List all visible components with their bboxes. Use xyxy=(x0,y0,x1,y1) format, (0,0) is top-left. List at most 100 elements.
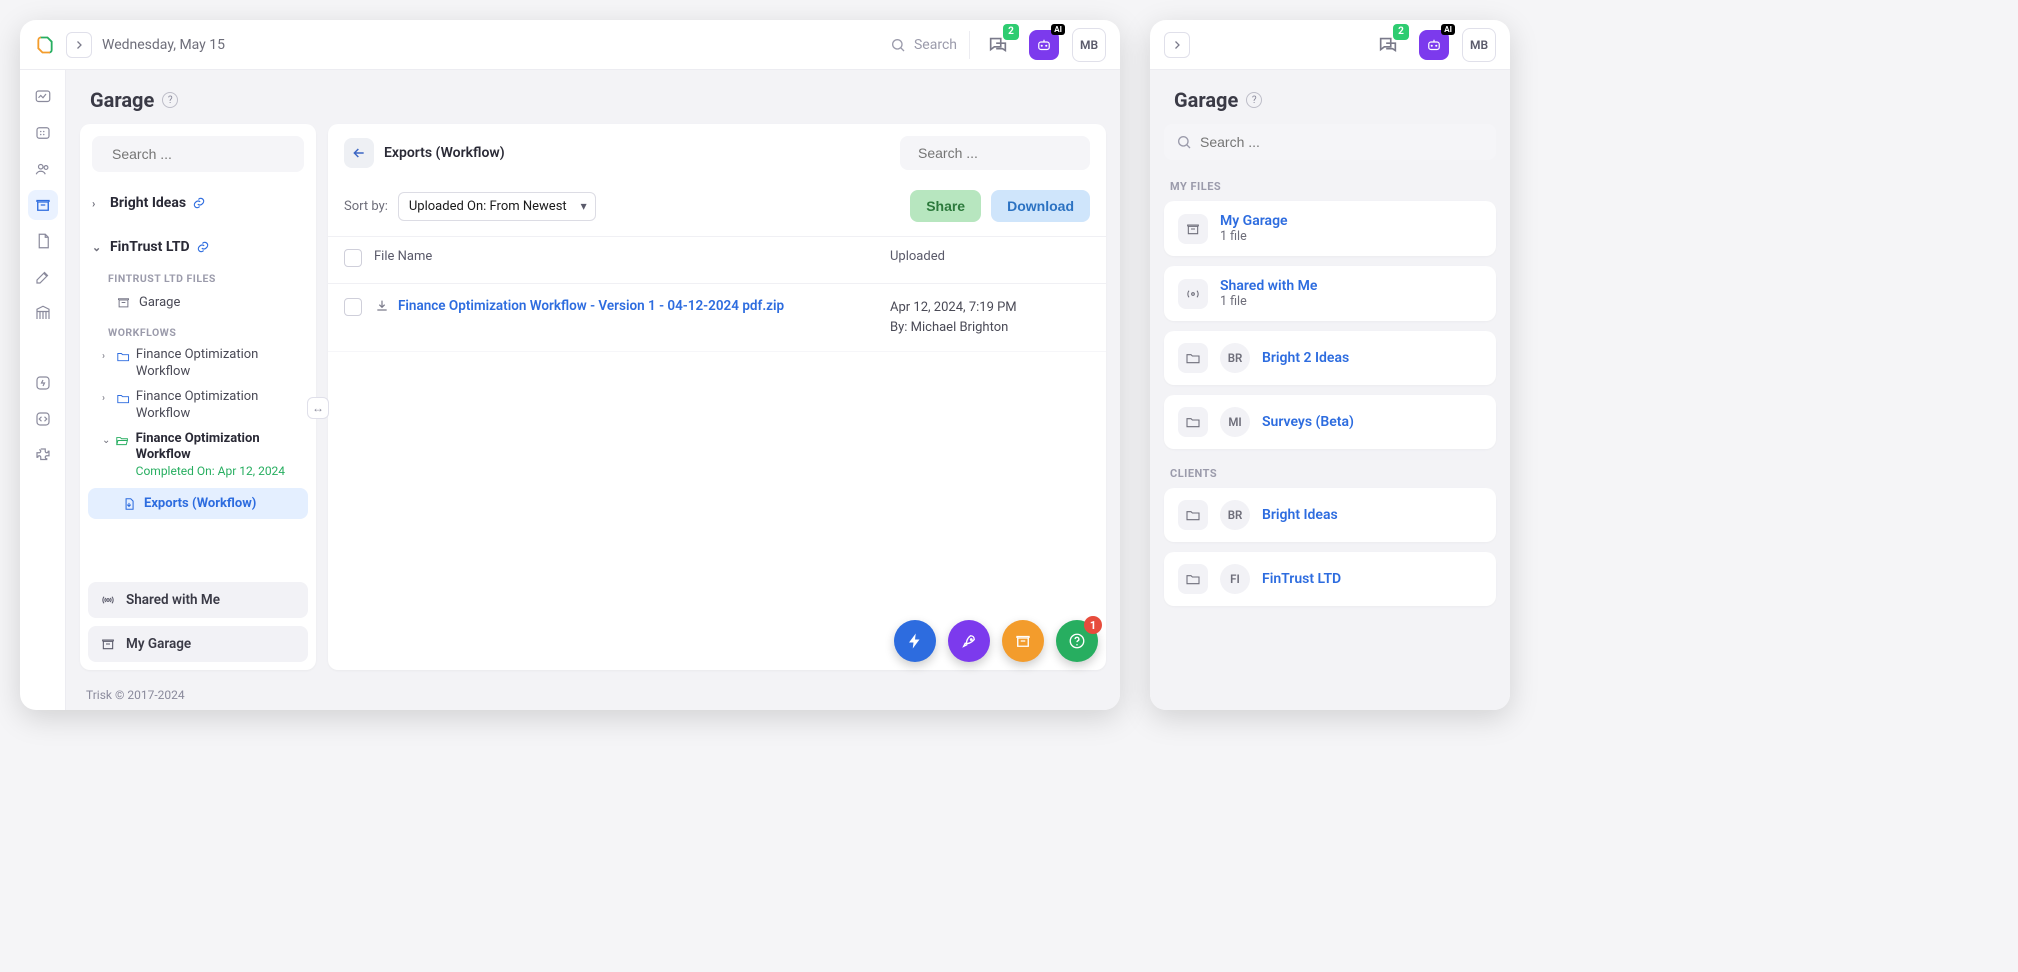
client-abbr: BR xyxy=(1220,500,1250,530)
folder-open-icon xyxy=(115,433,129,448)
exports-workflow-item[interactable]: Exports (Workflow) xyxy=(88,488,308,519)
client-label: Bright Ideas xyxy=(110,195,186,211)
folder-icon xyxy=(116,349,130,364)
nav-garage[interactable] xyxy=(28,190,58,220)
file-search-input[interactable] xyxy=(918,145,1099,161)
client-bright-ideas[interactable]: › Bright Ideas xyxy=(80,188,316,218)
fab-zap[interactable] xyxy=(894,620,936,662)
chevron-right-icon: › xyxy=(102,351,112,362)
page-content: Garage ? MY FILES My Garage 1 file Share… xyxy=(1150,70,1510,710)
client-fintrust[interactable]: ⌄ FinTrust LTD xyxy=(80,232,316,262)
card-surveys[interactable]: MI Surveys (Beta) xyxy=(1164,395,1496,449)
ai-assistant-button[interactable]: AI xyxy=(1416,27,1452,63)
nav-tasks[interactable] xyxy=(28,118,58,148)
my-files-label: MY FILES xyxy=(1164,172,1496,201)
card-fintrust[interactable]: FI FinTrust LTD xyxy=(1164,552,1496,606)
client-abbr: FI xyxy=(1220,564,1250,594)
global-search[interactable]: Search xyxy=(878,31,970,59)
fab-help[interactable]: 1 xyxy=(1056,620,1098,662)
fab-launch[interactable] xyxy=(948,620,990,662)
sidebar-toggle-button[interactable] xyxy=(66,32,92,58)
shared-with-me-label: Shared with Me xyxy=(126,592,220,608)
nav-dashboard[interactable] xyxy=(28,82,58,112)
client-abbr: BR xyxy=(1220,343,1250,373)
nav-edit[interactable] xyxy=(28,262,58,292)
sidebar-search-input[interactable] xyxy=(1200,134,1484,150)
nav-library[interactable] xyxy=(28,298,58,328)
shared-with-me-link[interactable]: Shared with Me xyxy=(88,582,308,618)
sidebar-search[interactable] xyxy=(1164,124,1496,160)
download-icon xyxy=(374,298,390,314)
help-icon[interactable]: ? xyxy=(1246,92,1262,108)
card-my-garage[interactable]: My Garage 1 file xyxy=(1164,201,1496,256)
workflow-completed-date: Completed On: Apr 12, 2024 xyxy=(136,464,308,478)
zap-icon xyxy=(906,632,924,650)
workflow-item-2[interactable]: › Finance Optimization Workflow xyxy=(80,385,316,427)
user-avatar[interactable]: MB xyxy=(1072,28,1106,62)
card-title: Shared with Me xyxy=(1220,278,1317,294)
table-row[interactable]: Finance Optimization Workflow - Version … xyxy=(328,284,1106,352)
nav-people[interactable] xyxy=(28,154,58,184)
global-search-placeholder: Search xyxy=(914,37,957,53)
search-icon xyxy=(890,37,906,53)
exports-label: Exports (Workflow) xyxy=(144,496,256,511)
link-icon xyxy=(192,196,206,210)
back-button[interactable] xyxy=(344,138,374,168)
my-garage-link[interactable]: My Garage xyxy=(88,626,308,662)
column-file-name[interactable]: File Name xyxy=(374,249,890,271)
share-button[interactable]: Share xyxy=(910,190,981,222)
workflow-item-1[interactable]: › Finance Optimization Workflow xyxy=(80,343,316,385)
sidebar-search-input[interactable] xyxy=(112,146,293,162)
workflow-item-3[interactable]: ⌄ Finance Optimization Workflow Complete… xyxy=(80,427,316,483)
workflow-name: Finance Optimization Workflow xyxy=(136,389,308,423)
file-icon xyxy=(122,497,136,511)
card-shared-with-me[interactable]: Shared with Me 1 file xyxy=(1164,266,1496,321)
chat-button[interactable]: 2 xyxy=(980,27,1016,63)
select-all-checkbox[interactable] xyxy=(344,249,362,267)
app-logo[interactable] xyxy=(34,34,56,56)
row-checkbox[interactable] xyxy=(344,298,362,316)
workflows-section-label: WORKFLOWS xyxy=(80,316,316,343)
nav-automations[interactable] xyxy=(28,368,58,398)
chat-button[interactable]: 2 xyxy=(1370,27,1406,63)
card-bright-2-ideas[interactable]: BR Bright 2 Ideas xyxy=(1164,331,1496,385)
card-title: Bright 2 Ideas xyxy=(1262,350,1349,366)
client-label: FinTrust LTD xyxy=(110,239,190,255)
search-icon xyxy=(1176,134,1192,150)
sidebar-search[interactable] xyxy=(92,136,304,172)
workflow-name: Finance Optimization Workflow xyxy=(136,347,308,381)
current-date: Wednesday, May 15 xyxy=(102,37,225,53)
sidebar-bottom-links: Shared with Me My Garage xyxy=(80,574,316,670)
folder-icon xyxy=(1178,500,1208,530)
folder-tree: › Bright Ideas ⌄ FinTrust LTD FINTRUST L… xyxy=(80,184,316,529)
card-title: Surveys (Beta) xyxy=(1262,414,1354,430)
user-avatar[interactable]: MB xyxy=(1462,28,1496,62)
card-title: Bright Ideas xyxy=(1262,507,1338,523)
sort-select[interactable]: Uploaded On: From Newest xyxy=(398,192,596,221)
file-search[interactable] xyxy=(900,136,1090,170)
sidebar-toggle-button[interactable] xyxy=(1164,32,1190,58)
link-icon xyxy=(196,240,210,254)
nav-documents[interactable] xyxy=(28,226,58,256)
download-button[interactable]: Download xyxy=(991,190,1090,222)
page-title: Garage xyxy=(1174,88,1238,112)
file-list-panel: Exports (Workflow) Sort by: Uploaded On:… xyxy=(328,124,1106,670)
main-window: Wednesday, May 15 Search 2 AI MB xyxy=(20,20,1120,710)
folder-icon xyxy=(116,391,130,406)
column-uploaded[interactable]: Uploaded xyxy=(890,249,1090,271)
chevron-right-icon: › xyxy=(102,393,112,404)
chat-badge: 2 xyxy=(1003,24,1019,40)
nav-extensions[interactable] xyxy=(28,440,58,470)
chevron-right-icon: › xyxy=(92,197,104,210)
clients-label: CLIENTS xyxy=(1164,459,1496,488)
garage-folder[interactable]: Garage xyxy=(80,289,316,316)
fab-archive[interactable] xyxy=(1002,620,1044,662)
ai-assistant-button[interactable]: AI xyxy=(1026,27,1062,63)
nav-code[interactable] xyxy=(28,404,58,434)
resize-handle[interactable]: ↔ xyxy=(307,397,329,419)
arrow-left-icon xyxy=(351,145,367,161)
card-bright-ideas[interactable]: BR Bright Ideas xyxy=(1164,488,1496,542)
file-link[interactable]: Finance Optimization Workflow - Version … xyxy=(374,298,890,314)
help-icon[interactable]: ? xyxy=(162,92,178,108)
my-garage-label: My Garage xyxy=(126,636,191,652)
